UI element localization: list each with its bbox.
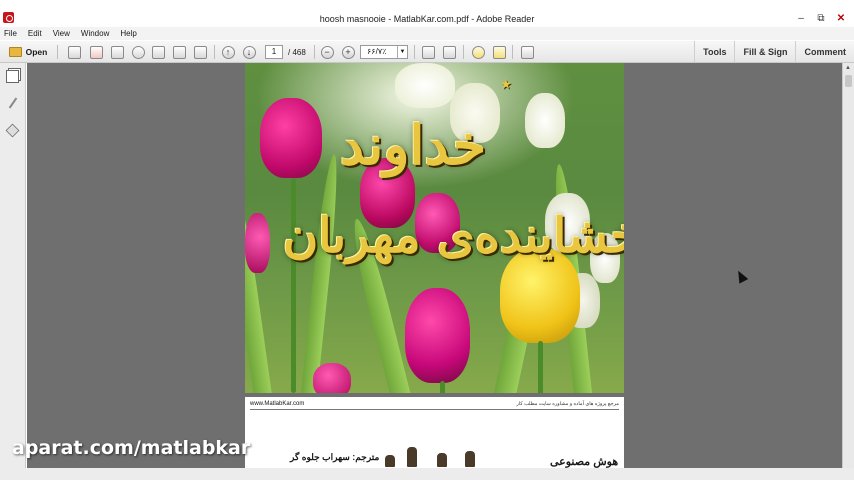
- folder-icon: [8, 47, 22, 57]
- cloud-button[interactable]: [130, 44, 146, 60]
- menu-window[interactable]: Window: [81, 29, 109, 38]
- menu-view[interactable]: View: [53, 29, 70, 38]
- envelope-icon: [193, 45, 207, 59]
- toolbar-divider: [463, 45, 464, 59]
- figure-silhouette: [407, 447, 417, 467]
- pdf-page-1: ٭ خداوند بخشاینده‌ی مهربان: [245, 63, 624, 393]
- fit-width-icon: [421, 45, 435, 59]
- calligraphy-ornament: ٭: [500, 71, 512, 96]
- comment-bubble-icon: [471, 45, 485, 59]
- fit-page-icon: [442, 45, 456, 59]
- page-number-input[interactable]: 1: [265, 45, 283, 59]
- chevron-down-icon: ▼: [397, 46, 407, 58]
- magenta-tulip: [405, 288, 470, 383]
- close-button[interactable]: ✕: [834, 12, 848, 24]
- toolbar-divider: [512, 45, 513, 59]
- window-controls: – ⧉ ✕: [794, 12, 848, 24]
- open-button[interactable]: Open: [5, 44, 51, 60]
- save-button[interactable]: [150, 44, 166, 60]
- restore-button[interactable]: ⧉: [814, 12, 828, 24]
- zoom-in-button[interactable]: +: [340, 44, 356, 60]
- toolbar-divider: [314, 45, 315, 59]
- vertical-scrollbar[interactable]: ▲: [842, 63, 854, 468]
- title-bar: hoosh masnooie - MatlabKar.com.pdf - Ado…: [0, 0, 854, 27]
- expand-icon: [520, 45, 534, 59]
- plus-icon: +: [341, 45, 355, 59]
- create-pdf-button[interactable]: [66, 44, 82, 60]
- header-divider: [250, 409, 619, 410]
- tab-tools[interactable]: Tools: [694, 41, 734, 63]
- page-header-url: www.MatlabKar.com: [250, 401, 305, 407]
- previous-page-button[interactable]: ↑: [220, 44, 236, 60]
- sticky-note-button[interactable]: [470, 44, 486, 60]
- figure-silhouette: [385, 455, 395, 467]
- stem-shape: [538, 341, 543, 393]
- expand-button[interactable]: [519, 44, 535, 60]
- toolbar-divider: [214, 45, 215, 59]
- watermark-text: aparat.com/matlabkar: [12, 437, 251, 459]
- figure-silhouette: [437, 453, 447, 467]
- calligraphy-line-2: بخشاینده‌ی مهربان: [283, 208, 624, 264]
- page-header-text: مرجع پروژه های آماده و مشاوره سایت مطلب …: [516, 401, 619, 407]
- right-pane-tabs: Tools Fill & Sign Comment: [694, 41, 854, 63]
- create-pdf-icon: [67, 45, 81, 59]
- menu-edit[interactable]: Edit: [28, 29, 42, 38]
- white-tulip: [525, 93, 565, 148]
- magenta-tulip: [313, 363, 351, 393]
- arrow-up-icon: ↑: [221, 45, 235, 59]
- arrow-down-icon: ↓: [242, 45, 256, 59]
- figure-silhouette: [465, 451, 475, 467]
- book-title: هوش مصنوعی: [550, 456, 619, 468]
- calligraphy-line-1: خداوند: [340, 113, 487, 177]
- tab-fill-sign[interactable]: Fill & Sign: [734, 41, 795, 63]
- toolbar-divider: [57, 45, 58, 59]
- menu-file[interactable]: File: [4, 29, 17, 38]
- email-button[interactable]: [192, 44, 208, 60]
- page-thumbnails-icon[interactable]: [6, 70, 19, 83]
- signature-icon[interactable]: [8, 97, 18, 109]
- white-tulip: [395, 63, 455, 108]
- edit-button[interactable]: [109, 44, 125, 60]
- navigation-pane: [0, 63, 26, 480]
- cloud-icon: [131, 45, 145, 59]
- print-button[interactable]: [171, 44, 187, 60]
- menu-help[interactable]: Help: [120, 29, 136, 38]
- fit-page-button[interactable]: [441, 44, 457, 60]
- leaf-shape: [300, 153, 343, 393]
- layers-icon[interactable]: [5, 123, 20, 138]
- window-title: hoosh masnooie - MatlabKar.com.pdf - Ado…: [319, 14, 535, 24]
- status-bar: [0, 468, 854, 480]
- edit-icon: [110, 45, 124, 59]
- document-viewport[interactable]: ٭ خداوند بخشاینده‌ی مهربان www.MatlabKar…: [27, 63, 842, 468]
- zoom-select[interactable]: ۶۶/۷٪ ▼: [360, 45, 408, 59]
- magenta-tulip: [260, 98, 322, 178]
- cover-illustration: [385, 445, 495, 467]
- printer-icon: [172, 45, 186, 59]
- zoom-value: ۶۶/۷٪: [367, 47, 387, 56]
- toolbar-divider: [414, 45, 415, 59]
- minimize-button[interactable]: –: [794, 12, 808, 24]
- highlighter-icon: [492, 45, 506, 59]
- menu-bar: File Edit View Window Help: [0, 27, 854, 40]
- translator-credit: مترجم: سهراب جلوه گر: [290, 452, 380, 462]
- zoom-out-button[interactable]: −: [319, 44, 335, 60]
- scrollbar-thumb[interactable]: [845, 75, 852, 87]
- scroll-up-icon[interactable]: ▲: [845, 65, 852, 72]
- export-pdf-icon: [89, 45, 103, 59]
- export-pdf-button[interactable]: [88, 44, 104, 60]
- magenta-tulip: [245, 213, 270, 273]
- stem-shape: [440, 381, 445, 393]
- open-label: Open: [25, 47, 48, 57]
- tab-comment[interactable]: Comment: [795, 41, 854, 63]
- save-icon: [151, 45, 165, 59]
- page-total: / 468: [288, 48, 306, 57]
- minus-icon: −: [320, 45, 334, 59]
- highlight-button[interactable]: [491, 44, 507, 60]
- pdf-page-2: www.MatlabKar.com مرجع پروژه های آماده و…: [245, 397, 624, 468]
- fit-width-button[interactable]: [420, 44, 436, 60]
- next-page-button[interactable]: ↓: [241, 44, 257, 60]
